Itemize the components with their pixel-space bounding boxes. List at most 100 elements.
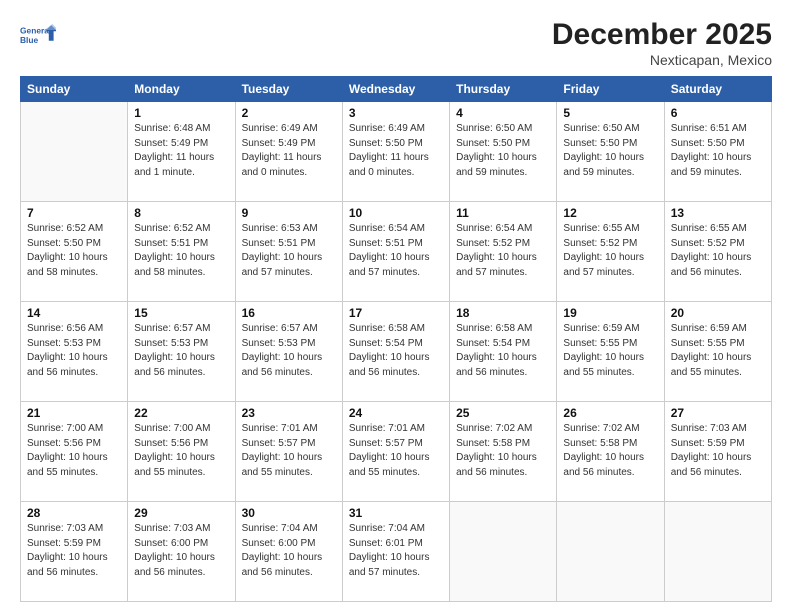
day-number: 23 (242, 406, 336, 420)
calendar-week-row: 7Sunrise: 6:52 AMSunset: 5:50 PMDaylight… (21, 202, 772, 302)
calendar-header-row: SundayMondayTuesdayWednesdayThursdayFrid… (21, 77, 772, 102)
calendar-cell: 17 Sunrise: 6:58 AMSunset: 5:54 PMDayligh… (342, 302, 449, 402)
calendar-cell: 22Sunrise: 7:00 AMSunset: 5:56 PMDayligh… (128, 402, 235, 502)
calendar-week-row: 1 Sunrise: 6:48 AMSunset: 5:49 PMDaylight… (21, 102, 772, 202)
calendar-cell: 27Sunrise: 7:03 AMSunset: 5:59 PMDayligh… (664, 402, 771, 502)
day-info: Sunrise: 6:53 AMSunset: 5:51 PMDaylight:… (242, 222, 336, 280)
day-number: 5 (563, 106, 657, 120)
calendar-cell: 13 Sunrise: 6:55 AMSunset: 5:52 PMDayligh… (664, 202, 771, 302)
calendar-week-row: 28 Sunrise: 7:03 AMSunset: 5:59 PMDayligh… (21, 502, 772, 602)
day-info: Sunrise: 7:03 AMSunset: 5:59 PMDaylight:… (27, 522, 121, 580)
day-info: Sunrise: 6:52 AMSunset: 5:51 PMDaylight:… (134, 222, 228, 280)
calendar-cell: 8 Sunrise: 6:52 AMSunset: 5:51 PMDaylight… (128, 202, 235, 302)
calendar-cell: 1 Sunrise: 6:48 AMSunset: 5:49 PMDaylight… (128, 102, 235, 202)
svg-text:Blue: Blue (20, 35, 39, 45)
calendar-cell: 23Sunrise: 7:01 AMSunset: 5:57 PMDayligh… (235, 402, 342, 502)
calendar-cell (21, 102, 128, 202)
calendar-header-tuesday: Tuesday (235, 77, 342, 102)
calendar-cell: 11 Sunrise: 6:54 AMSunset: 5:52 PMDayligh… (450, 202, 557, 302)
day-number: 30 (242, 506, 336, 520)
calendar-cell: 6Sunrise: 6:51 AMSunset: 5:50 PMDaylight… (664, 102, 771, 202)
calendar-header-friday: Friday (557, 77, 664, 102)
day-number: 21 (27, 406, 121, 420)
calendar-cell: 3 Sunrise: 6:49 AMSunset: 5:50 PMDaylight… (342, 102, 449, 202)
calendar-cell: 10Sunrise: 6:54 AMSunset: 5:51 PMDayligh… (342, 202, 449, 302)
logo: General Blue (20, 18, 56, 54)
day-info: Sunrise: 7:00 AMSunset: 5:56 PMDaylight:… (134, 422, 228, 480)
day-number: 8 (134, 206, 228, 220)
day-info: Sunrise: 7:01 AMSunset: 5:57 PMDaylight:… (349, 422, 443, 480)
day-number: 12 (563, 206, 657, 220)
day-info: Sunrise: 6:57 AMSunset: 5:53 PMDaylight:… (242, 322, 336, 380)
day-info: Sunrise: 6:49 AMSunset: 5:49 PMDaylight:… (242, 122, 336, 180)
day-info: Sunrise: 7:02 AMSunset: 5:58 PMDaylight:… (563, 422, 657, 480)
calendar-header-monday: Monday (128, 77, 235, 102)
calendar-cell: 26 Sunrise: 7:02 AMSunset: 5:58 PMDayligh… (557, 402, 664, 502)
day-info: Sunrise: 7:04 AMSunset: 6:01 PMDaylight:… (349, 522, 443, 580)
day-number: 2 (242, 106, 336, 120)
day-info: Sunrise: 7:04 AMSunset: 6:00 PMDaylight:… (242, 522, 336, 580)
calendar-cell: 7Sunrise: 6:52 AMSunset: 5:50 PMDaylight… (21, 202, 128, 302)
day-number: 16 (242, 306, 336, 320)
day-number: 17 (349, 306, 443, 320)
day-number: 13 (671, 206, 765, 220)
calendar-cell (664, 502, 771, 602)
calendar-cell: 31 Sunrise: 7:04 AMSunset: 6:01 PMDayligh… (342, 502, 449, 602)
day-number: 7 (27, 206, 121, 220)
day-info: Sunrise: 6:51 AMSunset: 5:50 PMDaylight:… (671, 122, 765, 180)
calendar-cell: 12Sunrise: 6:55 AMSunset: 5:52 PMDayligh… (557, 202, 664, 302)
calendar-cell: 15Sunrise: 6:57 AMSunset: 5:53 PMDayligh… (128, 302, 235, 402)
calendar-header-saturday: Saturday (664, 77, 771, 102)
day-number: 15 (134, 306, 228, 320)
day-info: Sunrise: 6:55 AMSunset: 5:52 PMDaylight:… (671, 222, 765, 280)
calendar-cell: 21 Sunrise: 7:00 AMSunset: 5:56 PMDayligh… (21, 402, 128, 502)
day-number: 25 (456, 406, 550, 420)
day-number: 19 (563, 306, 657, 320)
day-info: Sunrise: 6:50 AMSunset: 5:50 PMDaylight:… (456, 122, 550, 180)
day-number: 18 (456, 306, 550, 320)
calendar-cell: 9 Sunrise: 6:53 AMSunset: 5:51 PMDaylight… (235, 202, 342, 302)
day-number: 31 (349, 506, 443, 520)
calendar-cell: 28 Sunrise: 7:03 AMSunset: 5:59 PMDayligh… (21, 502, 128, 602)
day-number: 20 (671, 306, 765, 320)
day-number: 28 (27, 506, 121, 520)
day-number: 10 (349, 206, 443, 220)
day-number: 14 (27, 306, 121, 320)
day-number: 4 (456, 106, 550, 120)
calendar-cell: 5 Sunrise: 6:50 AMSunset: 5:50 PMDaylight… (557, 102, 664, 202)
day-info: Sunrise: 6:48 AMSunset: 5:49 PMDaylight:… (134, 122, 228, 180)
calendar-table: SundayMondayTuesdayWednesdayThursdayFrid… (20, 76, 772, 602)
calendar-cell (450, 502, 557, 602)
header: General Blue December 2025 Nexticapan, M… (20, 18, 772, 68)
title-block: December 2025 Nexticapan, Mexico (552, 18, 772, 68)
day-number: 9 (242, 206, 336, 220)
calendar-header-sunday: Sunday (21, 77, 128, 102)
day-info: Sunrise: 6:58 AMSunset: 5:54 PMDaylight:… (349, 322, 443, 380)
day-number: 1 (134, 106, 228, 120)
day-info: Sunrise: 7:02 AMSunset: 5:58 PMDaylight:… (456, 422, 550, 480)
day-number: 3 (349, 106, 443, 120)
calendar-cell: 2 Sunrise: 6:49 AMSunset: 5:49 PMDaylight… (235, 102, 342, 202)
page: General Blue December 2025 Nexticapan, M… (0, 0, 792, 612)
calendar-cell (557, 502, 664, 602)
calendar-cell: 29Sunrise: 7:03 AMSunset: 6:00 PMDayligh… (128, 502, 235, 602)
day-info: Sunrise: 7:00 AMSunset: 5:56 PMDaylight:… (27, 422, 121, 480)
day-number: 27 (671, 406, 765, 420)
subtitle: Nexticapan, Mexico (552, 52, 772, 68)
calendar-header-thursday: Thursday (450, 77, 557, 102)
day-number: 26 (563, 406, 657, 420)
calendar-week-row: 21 Sunrise: 7:00 AMSunset: 5:56 PMDayligh… (21, 402, 772, 502)
day-info: Sunrise: 6:59 AMSunset: 5:55 PMDaylight:… (671, 322, 765, 380)
day-number: 11 (456, 206, 550, 220)
day-info: Sunrise: 6:54 AMSunset: 5:52 PMDaylight:… (456, 222, 550, 280)
day-info: Sunrise: 6:50 AMSunset: 5:50 PMDaylight:… (563, 122, 657, 180)
calendar-cell: 24Sunrise: 7:01 AMSunset: 5:57 PMDayligh… (342, 402, 449, 502)
logo-icon: General Blue (20, 18, 56, 54)
day-info: Sunrise: 6:59 AMSunset: 5:55 PMDaylight:… (563, 322, 657, 380)
calendar-cell: 14Sunrise: 6:56 AMSunset: 5:53 PMDayligh… (21, 302, 128, 402)
calendar-cell: 16 Sunrise: 6:57 AMSunset: 5:53 PMDayligh… (235, 302, 342, 402)
day-info: Sunrise: 6:49 AMSunset: 5:50 PMDaylight:… (349, 122, 443, 180)
calendar-cell: 19 Sunrise: 6:59 AMSunset: 5:55 PMDayligh… (557, 302, 664, 402)
calendar-cell: 25 Sunrise: 7:02 AMSunset: 5:58 PMDayligh… (450, 402, 557, 502)
calendar-week-row: 14Sunrise: 6:56 AMSunset: 5:53 PMDayligh… (21, 302, 772, 402)
